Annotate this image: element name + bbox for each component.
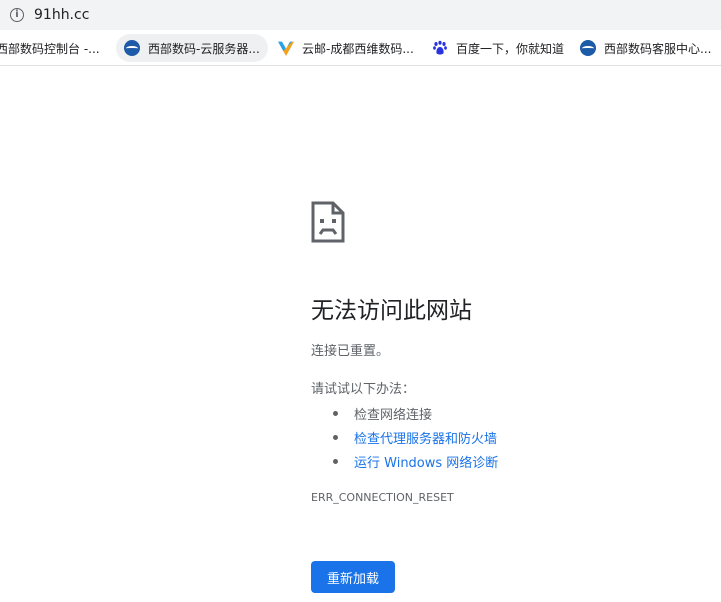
bookmarks-bar: 西部数码控制台 -... 西部数码-云服务器... 云邮-成都西维数码... 百… (0, 30, 721, 66)
bullet-icon (333, 410, 338, 416)
bookmark-label: 百度一下，你就知道 (456, 41, 565, 56)
reload-button[interactable]: 重新加载 (311, 561, 395, 593)
suggestion-label: 检查网络连接 (354, 407, 433, 423)
try-label: 请试试以下办法： (311, 382, 416, 397)
bookmark-label: 西部数码控制台 -... (0, 41, 100, 56)
bookmark-label: 西部数码-云服务器... (148, 41, 260, 56)
address-bar[interactable]: i 91hh.cc (0, 0, 721, 30)
suggestion-check-network: 检查网络连接 (330, 401, 498, 425)
west-digital-favicon-icon (580, 40, 596, 56)
error-title: 无法访问此网站 (311, 298, 472, 324)
yunmail-favicon-icon (278, 41, 294, 56)
bookmark-yunmail[interactable]: 云邮-成都西维数码... (270, 34, 422, 62)
sad-page-icon (311, 201, 345, 243)
url-text[interactable]: 91hh.cc (34, 7, 89, 23)
suggestion-link[interactable]: 检查代理服务器和防火墙 (354, 428, 497, 447)
west-digital-favicon-icon (124, 40, 140, 56)
error-code: ERR_CONNECTION_RESET (311, 491, 454, 504)
bookmark-west-console[interactable]: 西部数码控制台 -... (0, 34, 108, 62)
bullet-icon (333, 434, 338, 440)
bookmark-label: 云邮-成都西维数码... (302, 41, 414, 56)
bookmark-west-support[interactable]: 西部数码客服中心... (572, 34, 719, 62)
error-subtitle: 连接已重置。 (311, 344, 390, 359)
suggestion-link[interactable]: 运行 Windows 网络诊断 (354, 452, 498, 471)
baidu-paw-favicon-icon (432, 40, 448, 56)
bookmark-baidu[interactable]: 百度一下，你就知道 (424, 34, 572, 62)
suggestion-list: 检查网络连接 检查代理服务器和防火墙 运行 Windows 网络诊断 (330, 401, 498, 473)
info-icon[interactable]: i (10, 8, 24, 22)
suggestion-check-proxy-firewall[interactable]: 检查代理服务器和防火墙 (330, 425, 498, 449)
bookmark-west-cloud[interactable]: 西部数码-云服务器... (116, 34, 268, 62)
bullet-icon (333, 458, 338, 464)
bookmark-label: 西部数码客服中心... (604, 41, 712, 56)
suggestion-windows-diagnostics[interactable]: 运行 Windows 网络诊断 (330, 449, 498, 473)
